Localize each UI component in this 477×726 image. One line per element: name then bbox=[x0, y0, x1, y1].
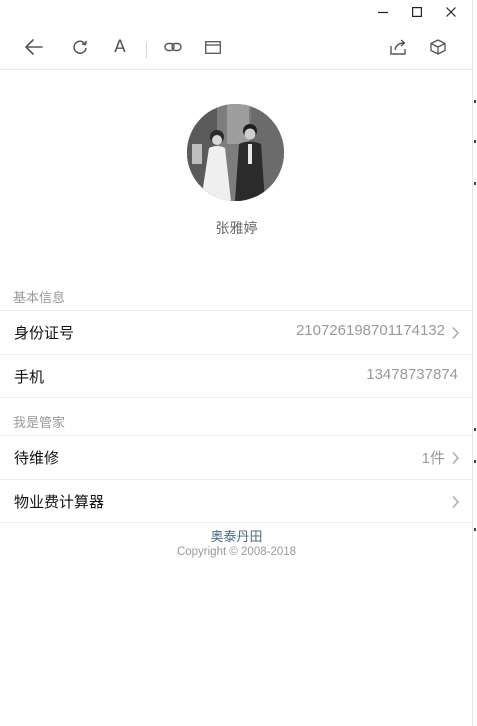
box-icon[interactable] bbox=[425, 34, 451, 60]
profile-name: 张雅婷 bbox=[215, 221, 258, 237]
avatar[interactable] bbox=[187, 104, 284, 201]
refresh-icon[interactable] bbox=[67, 34, 93, 60]
row-value: 13478737874 bbox=[366, 366, 458, 383]
share-icon[interactable] bbox=[385, 34, 411, 60]
footer-brand-link[interactable]: 奥泰丹田 bbox=[0, 526, 473, 545]
row-value: 210726198701174132 bbox=[295, 322, 445, 339]
row-value: 1件 bbox=[421, 450, 445, 467]
browser-toolbar: A bbox=[0, 24, 473, 70]
toolbar-divider bbox=[146, 42, 147, 58]
app-window: A 张雅婷 基本信息 身份证号 210726198701174132 手机 13… bbox=[0, 0, 473, 726]
row-id-number[interactable]: 身份证号 210726198701174132 bbox=[0, 310, 473, 354]
back-arrow-icon[interactable] bbox=[21, 34, 47, 60]
row-property-fee-calculator[interactable]: 物业费计算器 bbox=[0, 479, 473, 523]
row-label: 待维修 bbox=[14, 449, 60, 467]
row-label: 身份证号 bbox=[14, 324, 75, 342]
font-size-icon[interactable]: A bbox=[107, 34, 133, 60]
row-phone: 手机 13478737874 bbox=[0, 354, 473, 398]
section-title-basic: 基本信息 bbox=[13, 291, 66, 306]
footer-copyright: Copyright © 2008-2018 bbox=[176, 546, 297, 558]
link-icon[interactable] bbox=[160, 34, 186, 60]
maximize-icon[interactable] bbox=[400, 0, 434, 24]
chevron-right-icon bbox=[452, 326, 460, 340]
window-icon[interactable] bbox=[200, 34, 226, 60]
window-controls bbox=[366, 0, 468, 24]
row-label: 手机 bbox=[14, 368, 45, 386]
chevron-right-icon bbox=[452, 451, 460, 465]
close-icon[interactable] bbox=[434, 0, 468, 24]
minimize-icon[interactable] bbox=[366, 0, 400, 24]
chevron-right-icon bbox=[452, 495, 460, 509]
section-title-steward: 我是管家 bbox=[13, 416, 66, 431]
background-window-edge bbox=[473, 0, 477, 726]
row-label: 物业费计算器 bbox=[14, 493, 105, 511]
wedding-photo-icon bbox=[187, 104, 284, 201]
row-pending-repair[interactable]: 待维修 1件 bbox=[0, 435, 473, 479]
